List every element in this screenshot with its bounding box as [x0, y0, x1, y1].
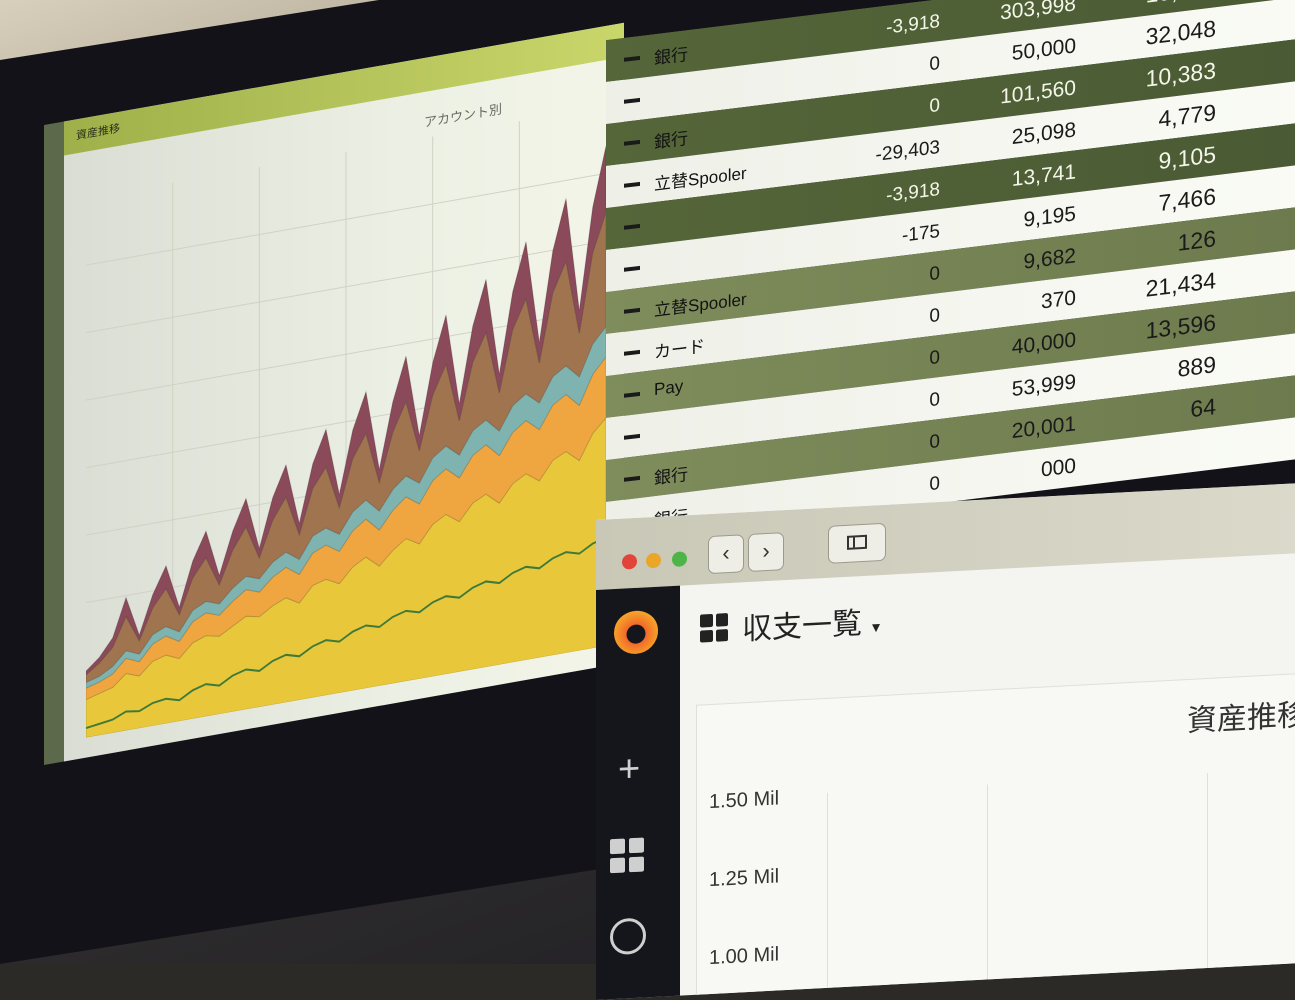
chart-header-label: 資産推移 — [76, 122, 120, 143]
income-value: 000 — [1040, 454, 1076, 482]
panel-title: 資産推移 — [1187, 698, 1295, 739]
balance-change: 0 — [929, 346, 940, 370]
balance-change: 0 — [929, 304, 940, 328]
balance-change: 0 — [929, 52, 940, 76]
plus-icon[interactable]: + — [618, 748, 640, 791]
balance-change: 0 — [929, 262, 940, 286]
explore-compass-icon[interactable] — [610, 917, 646, 956]
balance-change: -3,918 — [886, 10, 940, 39]
income-value: 53,999 — [1011, 370, 1076, 402]
dashboard-title-text: 収支一覧 — [742, 607, 862, 647]
dashboards-icon[interactable] — [610, 837, 644, 874]
account-table: 銀行-3,918303,99810,383050,00032,048銀行0101… — [606, 0, 1295, 560]
balance-change: 0 — [929, 388, 940, 412]
chart-window: 資産推移 アカウント別 — [44, 22, 624, 766]
row-toggle-icon[interactable] — [624, 223, 640, 230]
balance-change: 0 — [929, 472, 940, 496]
balance-change: -29,403 — [875, 136, 940, 166]
income-value: 9,195 — [1023, 202, 1076, 232]
y-tick-label: 1.25 Mil — [709, 865, 780, 892]
income-value: 25,098 — [1011, 118, 1076, 150]
row-toggle-icon[interactable] — [624, 97, 640, 104]
income-value: 40,000 — [1011, 328, 1076, 360]
grafana-browser-window: ‹ › + 収支一覧 ▾ 資産推移 1.50 Mil 1.25 Mil 1.00 … — [596, 481, 1295, 1000]
income-value: 370 — [1040, 286, 1076, 314]
grid-line — [1207, 772, 1208, 993]
y-tick-label: 1.00 Mil — [709, 943, 780, 970]
row-toggle-icon[interactable] — [624, 433, 640, 440]
balance-change: -3,918 — [886, 178, 940, 207]
account-name: Pay — [654, 376, 684, 400]
account-name: 銀行 — [654, 128, 688, 153]
row-toggle-icon[interactable] — [624, 181, 640, 188]
grafana-logo-icon[interactable] — [614, 608, 658, 656]
income-value: 20,001 — [1011, 412, 1076, 444]
row-toggle-icon[interactable] — [624, 307, 640, 314]
row-toggle-icon[interactable] — [624, 139, 640, 146]
dashboard-title[interactable]: 収支一覧 ▾ — [702, 597, 880, 650]
grid-line — [827, 792, 828, 1000]
balance-change: 0 — [929, 430, 940, 454]
sidebar-icon — [847, 534, 867, 550]
account-name: 銀行 — [654, 44, 688, 69]
back-button[interactable]: ‹ — [708, 534, 744, 575]
account-name: 立替Spooler — [654, 289, 747, 321]
stacked-area-chart[interactable] — [86, 106, 606, 738]
caret-down-icon: ▾ — [872, 619, 881, 637]
balance-change: -175 — [901, 220, 940, 247]
income-value: 9,682 — [1023, 244, 1076, 274]
grid-line — [987, 784, 988, 1000]
row-toggle-icon[interactable] — [624, 265, 640, 272]
chevron-right-icon: › — [762, 537, 770, 564]
row-toggle-icon[interactable] — [624, 55, 640, 62]
asset-trend-panel: 資産推移 1.50 Mil 1.25 Mil 1.00 Mil — [696, 670, 1295, 1000]
income-value: 50,000 — [1011, 34, 1076, 66]
chevron-left-icon: ‹ — [722, 539, 730, 566]
sidebar-toggle-button[interactable] — [828, 522, 886, 564]
account-name: 立替Spooler — [654, 163, 747, 195]
income-value: 13,741 — [1011, 160, 1076, 192]
row-toggle-icon[interactable] — [624, 475, 640, 482]
zoom-window-button[interactable] — [672, 551, 687, 568]
account-name: カード — [654, 336, 705, 363]
income-value: 101,560 — [1000, 76, 1076, 109]
y-tick-label: 1.50 Mil — [709, 787, 780, 814]
grafana-side-nav: + — [596, 585, 680, 1000]
balance-change: 0 — [929, 94, 940, 118]
account-name: 銀行 — [654, 464, 688, 489]
minimize-window-button[interactable] — [646, 552, 661, 569]
row-toggle-icon[interactable] — [624, 391, 640, 398]
forward-button[interactable]: › — [748, 532, 784, 573]
close-window-button[interactable] — [622, 553, 637, 570]
row-toggle-icon[interactable] — [624, 349, 640, 356]
